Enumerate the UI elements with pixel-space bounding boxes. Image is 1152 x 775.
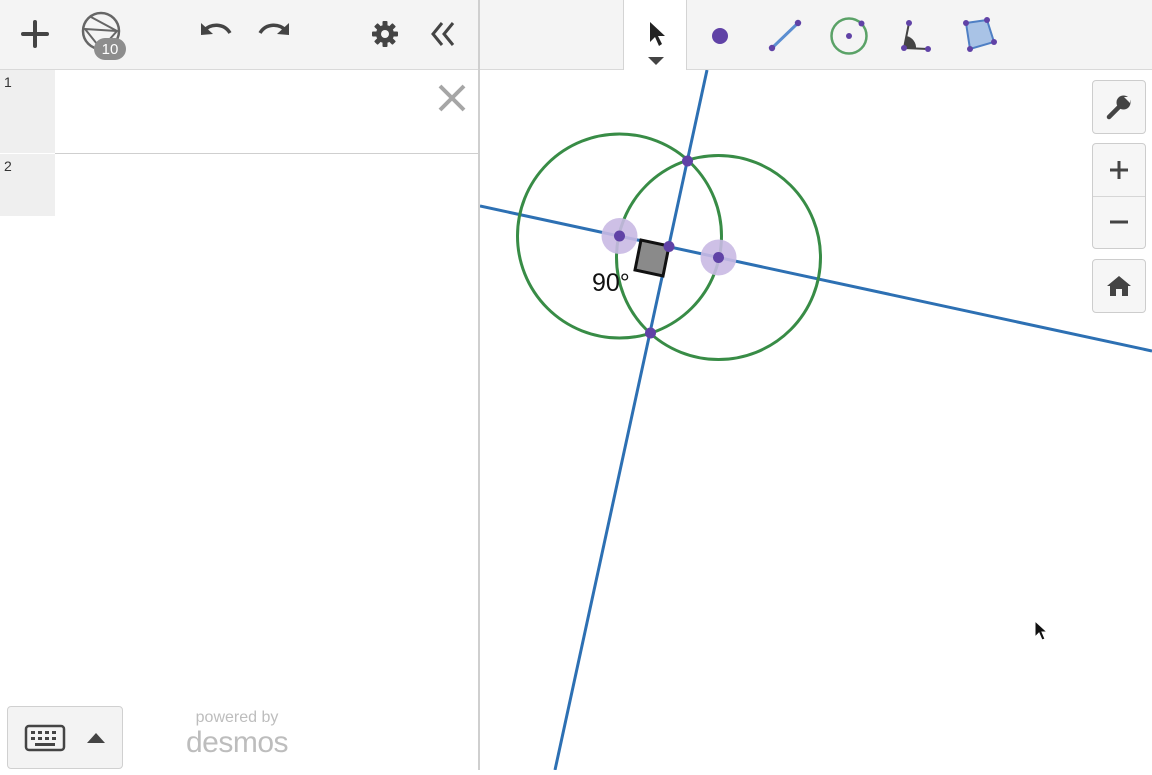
delete-expression-button[interactable] bbox=[436, 82, 468, 114]
row-number-label: 2 bbox=[4, 158, 12, 174]
zoom-controls bbox=[1092, 143, 1146, 249]
geometry-canvas[interactable]: 90° bbox=[479, 69, 1152, 771]
intersection-point-midpoint[interactable] bbox=[663, 241, 675, 252]
select-tool-button[interactable] bbox=[623, 0, 687, 70]
home-icon bbox=[1107, 276, 1131, 296]
home-view-button[interactable] bbox=[1092, 259, 1146, 313]
intersection-point-bottom[interactable] bbox=[645, 327, 656, 339]
expression-toolbar: 10 bbox=[0, 0, 478, 70]
mouse-cursor-icon bbox=[1034, 619, 1049, 641]
center-point-left[interactable] bbox=[614, 230, 625, 242]
perpendicular-line[interactable] bbox=[553, 69, 709, 771]
point-tool-button[interactable] bbox=[698, 14, 742, 58]
keyboard-toggle-button[interactable] bbox=[7, 706, 123, 769]
wrench-icon bbox=[1106, 95, 1131, 120]
powered-by-label: powered by bbox=[195, 709, 279, 726]
zoom-out-icon bbox=[1110, 220, 1128, 224]
segment-tool-button[interactable] bbox=[763, 14, 807, 58]
graph-settings-button[interactable] bbox=[1092, 80, 1146, 134]
powered-by-desmos[interactable]: powered by desmos bbox=[178, 709, 296, 759]
expression-panel: 10 1 2 powered by desmos bbox=[0, 0, 478, 770]
polygon-icon bbox=[963, 17, 997, 52]
expression-row-number: 1 bbox=[0, 70, 55, 153]
expression-input-2[interactable] bbox=[55, 154, 478, 202]
pointer-arrow-icon bbox=[648, 22, 665, 65]
geometry-count-badge: 10 bbox=[94, 38, 126, 60]
settings-button[interactable] bbox=[366, 10, 404, 58]
expression-row-number: 2 bbox=[0, 154, 55, 216]
segment-icon bbox=[768, 19, 802, 52]
circle-tool-button[interactable] bbox=[827, 14, 871, 58]
center-point-right[interactable] bbox=[713, 252, 724, 263]
intersection-point-top[interactable] bbox=[682, 155, 693, 167]
angle-tool-button[interactable] bbox=[892, 14, 936, 58]
undo-icon bbox=[201, 23, 232, 35]
expression-input-1[interactable] bbox=[55, 70, 478, 154]
row-number-label: 1 bbox=[4, 74, 12, 90]
desmos-logo: desmos bbox=[185, 726, 289, 759]
geometry-toolbar bbox=[480, 0, 1152, 70]
geometry-construction: 90° bbox=[479, 69, 1152, 771]
redo-icon bbox=[258, 23, 289, 35]
close-icon bbox=[438, 84, 466, 112]
collapse-icon bbox=[431, 22, 455, 46]
angle-icon bbox=[901, 20, 931, 52]
gear-icon bbox=[372, 21, 398, 47]
point-icon bbox=[712, 28, 728, 44]
geometry-objects-button[interactable]: 10 bbox=[76, 10, 132, 60]
collapse-panel-button[interactable] bbox=[424, 10, 462, 58]
keyboard-icon bbox=[24, 724, 66, 751]
caret-up-icon bbox=[87, 732, 105, 743]
circle-icon bbox=[830, 17, 868, 55]
add-icon bbox=[21, 20, 49, 48]
undo-button[interactable] bbox=[196, 10, 236, 58]
zoom-in-button[interactable] bbox=[1093, 144, 1145, 197]
zoom-out-button[interactable] bbox=[1093, 197, 1145, 248]
zoom-in-icon bbox=[1110, 160, 1128, 179]
angle-label: 90° bbox=[592, 269, 630, 297]
redo-button[interactable] bbox=[254, 10, 294, 58]
add-expression-button[interactable] bbox=[16, 10, 54, 58]
polygon-tool-button[interactable] bbox=[957, 14, 1001, 58]
